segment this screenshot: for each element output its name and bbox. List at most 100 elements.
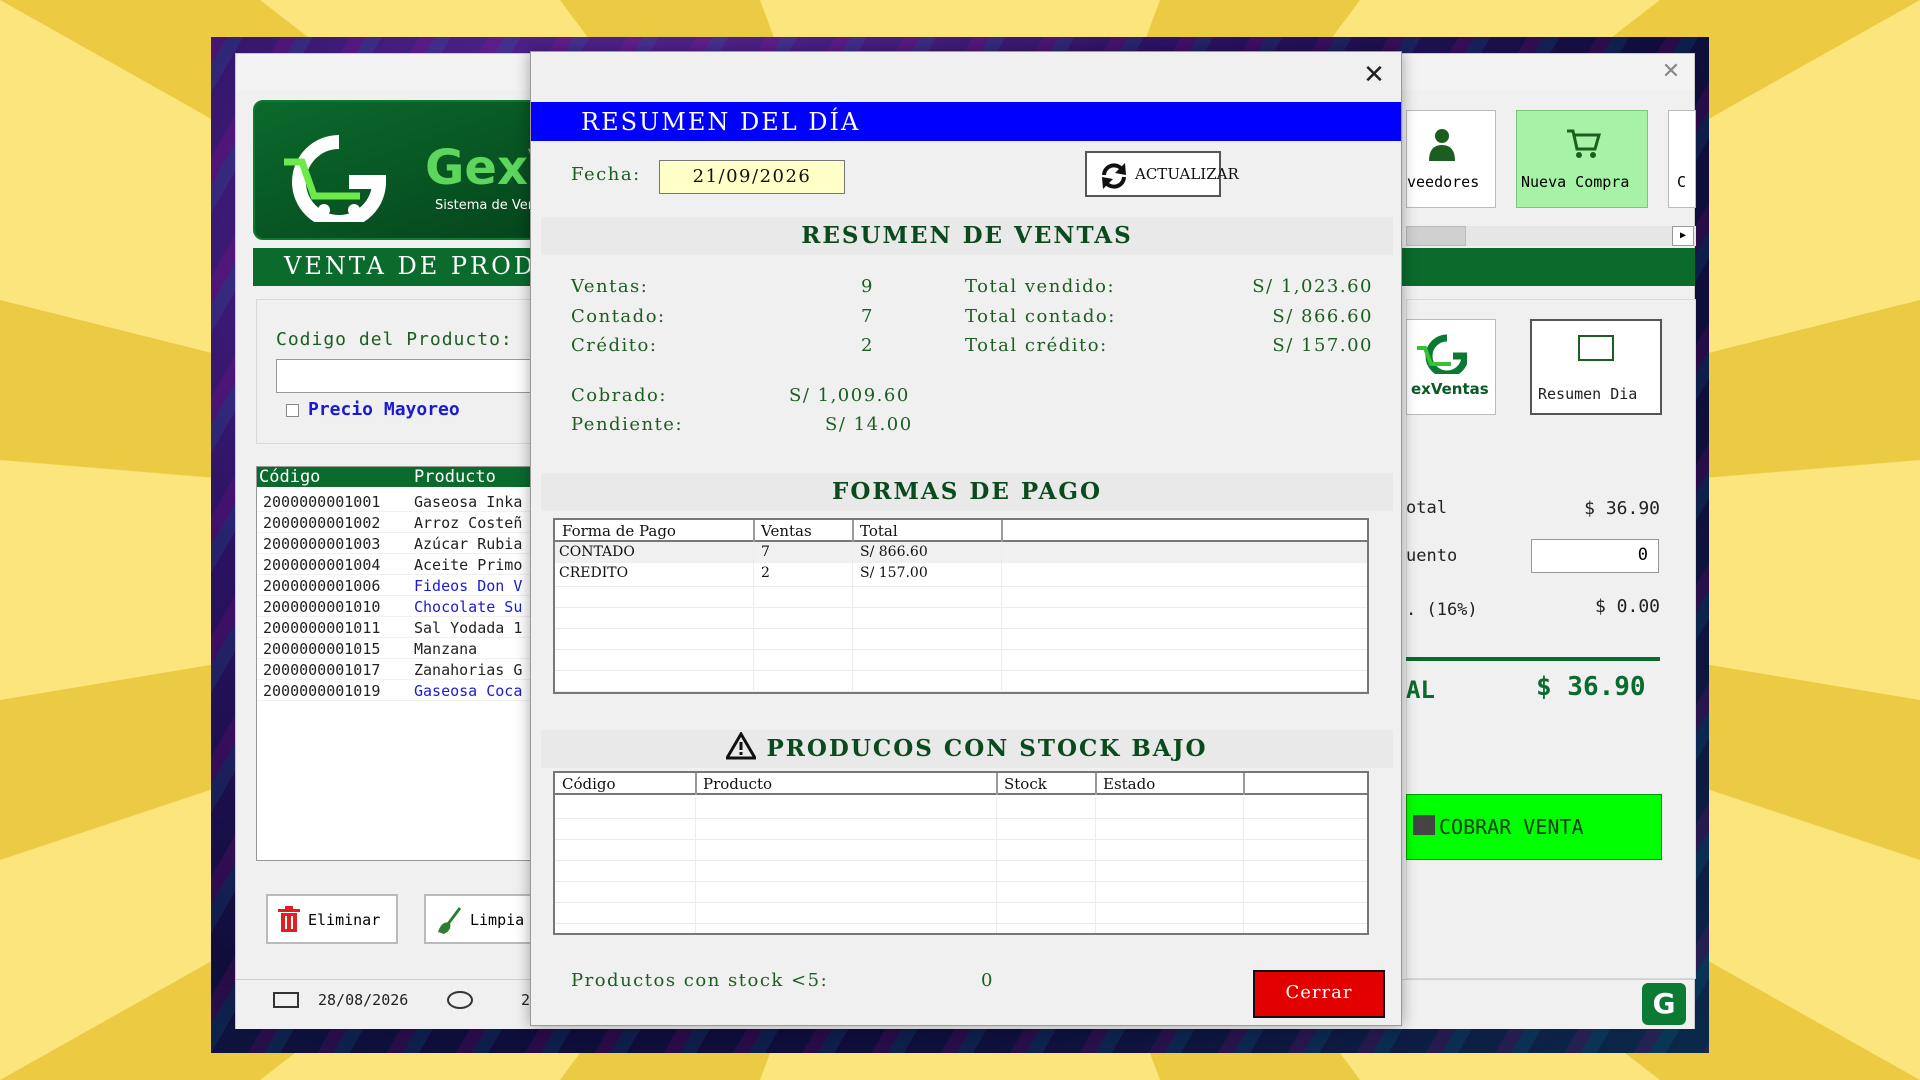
codigo-label: Codigo del Producto: <box>276 329 513 350</box>
product-row[interactable]: 2000000001019 Gaseosa Coca <box>257 680 545 701</box>
stock-footer-value: 0 <box>981 970 994 991</box>
product-name: Azúcar Rubia <box>414 535 523 553</box>
presentation-board-icon <box>1578 335 1614 361</box>
ventas-label: Ventas: <box>571 276 649 297</box>
precio-mayoreo-checkbox[interactable] <box>286 404 299 417</box>
credito-label: Crédito: <box>571 335 658 356</box>
nueva-compra-button[interactable]: Nueva Compra <box>1516 110 1648 208</box>
col-ventas[interactable]: Ventas <box>761 522 812 540</box>
stock-bajo-title-text: PRODUCOS CON STOCK BAJO <box>766 735 1208 762</box>
product-row[interactable]: 2000000001015 Manzana <box>257 638 545 659</box>
precio-mayoreo-label[interactable]: Precio Mayoreo <box>308 399 460 420</box>
forma-pago-forma: CONTADO <box>559 544 635 560</box>
actualizar-button[interactable]: ACTUALIZAR <box>1085 151 1239 197</box>
fecha-input[interactable]: 21/09/2026 <box>659 160 845 194</box>
total-contado-value: S/ 866.60 <box>1272 306 1373 327</box>
iva-value: $ 0.00 <box>1594 596 1660 617</box>
product-row[interactable]: 2000000001017 Zanahorias G <box>257 659 545 680</box>
sales-window-close-icon[interactable]: ✕ <box>1658 59 1684 85</box>
eliminar-button[interactable]: Eliminar <box>266 894 398 944</box>
formas-pago-grid[interactable]: Forma de Pago Ventas Total CONTADO 7 S/ 86… <box>553 518 1369 694</box>
ventas-value: 9 <box>861 276 874 297</box>
col-stock-estado[interactable]: Estado <box>1103 775 1155 793</box>
logo-subtitle: Sistema de Ven <box>435 198 536 213</box>
subtotal-value: $ 36.90 <box>1584 498 1660 519</box>
col-stock-producto[interactable]: Producto <box>703 775 772 793</box>
product-name: Gaseosa Inka <box>414 493 523 511</box>
col-total[interactable]: Total <box>860 522 898 540</box>
product-code: 2000000001017 <box>263 661 381 679</box>
cerrar-button[interactable]: Cerrar <box>1253 970 1385 1018</box>
col-stock-stock[interactable]: Stock <box>1004 775 1047 793</box>
proveedores-label: veedores <box>1407 173 1480 191</box>
toolbar-next-label: C <box>1677 173 1687 191</box>
proveedores-button[interactable]: veedores <box>1406 110 1496 208</box>
resumen-dia-label: Resumen Dia <box>1538 385 1638 403</box>
status-date: 28/08/2026 <box>318 991 409 1009</box>
resumen-ventas-title: RESUMEN DE VENTAS <box>541 217 1393 255</box>
forma-pago-ventas: 2 <box>761 565 770 581</box>
col-forma-pago[interactable]: Forma de Pago <box>562 522 676 540</box>
total-vendido-value: S/ 1,023.60 <box>1252 276 1373 297</box>
forma-pago-row[interactable]: CONTADO 7 S/ 866.60 <box>555 542 1367 563</box>
product-name: Chocolate Su <box>414 598 523 616</box>
stock-bajo-title: PRODUCOS CON STOCK BAJO <box>541 730 1393 768</box>
col-stock-codigo[interactable]: Código <box>562 775 616 793</box>
supplier-person-icon <box>1429 129 1455 161</box>
total-vendido-label: Total vendido: <box>965 276 1116 297</box>
total-contado-label: Total contado: <box>965 306 1116 327</box>
cobrar-venta-label: COBRAR VENTA <box>1439 815 1584 839</box>
product-row[interactable]: 2000000001003 Azúcar Rubia <box>257 533 545 554</box>
cobrar-venta-button[interactable]: COBRAR VENTA <box>1406 794 1662 860</box>
product-name: Gaseosa Coca <box>414 682 523 700</box>
gexventas-button[interactable]: exVentas <box>1406 319 1496 415</box>
product-name: Sal Yodada 1 <box>414 619 523 637</box>
forma-pago-total: S/ 157.00 <box>860 565 928 581</box>
forma-pago-ventas: 7 <box>761 544 770 560</box>
iva-label: . (16%) <box>1406 600 1478 620</box>
product-code: 2000000001002 <box>263 514 381 532</box>
dialog-header: RESUMEN DEL DÍA <box>531 102 1401 141</box>
codigo-input[interactable] <box>276 359 546 393</box>
nueva-compra-label: Nueva Compra <box>1521 173 1630 191</box>
col-codigo[interactable]: Código <box>259 467 320 487</box>
product-code: 2000000001003 <box>263 535 381 553</box>
gexventas-logo: GexV Sistema de Ven <box>253 100 553 240</box>
product-row[interactable]: 2000000001011 Sal Yodada 1 <box>257 617 545 638</box>
limpiar-button[interactable]: Limpia <box>424 894 544 944</box>
product-row[interactable]: 2000000001010 Chocolate Su <box>257 596 545 617</box>
trash-icon <box>278 906 300 932</box>
stock-bajo-header: Código Producto Stock Estado <box>555 773 1367 795</box>
product-code: 2000000001011 <box>263 619 381 637</box>
eliminar-label: Eliminar <box>308 911 381 929</box>
gexventas-cart-icon <box>284 135 387 222</box>
product-name: Arroz Costeñ <box>414 514 523 532</box>
subtotal-label: otal <box>1406 498 1447 518</box>
product-row[interactable]: 2000000001002 Arroz Costeñ <box>257 512 545 533</box>
resumen-dia-button[interactable]: Resumen Dia <box>1530 319 1662 415</box>
toolbar-scrollbar-thumb[interactable] <box>1406 226 1466 246</box>
product-row[interactable]: 2000000001004 Aceite Primo <box>257 554 545 575</box>
descuento-input[interactable]: 0 <box>1531 539 1659 573</box>
product-row[interactable]: 2000000001006 Fideos Don V <box>257 575 545 596</box>
scroll-right-arrow-icon[interactable]: ▶ <box>1672 226 1694 246</box>
product-name: Fideos Don V <box>414 577 523 595</box>
stock-bajo-grid[interactable]: Código Producto Stock Estado <box>553 771 1369 935</box>
pendiente-value: S/ 14.00 <box>825 414 913 435</box>
venta-title: VENTA DE PRODU <box>284 252 560 280</box>
gexventas-label: exVentas <box>1411 380 1489 398</box>
toolbar-next-button[interactable]: C <box>1668 110 1696 208</box>
refresh-icon <box>1102 163 1126 189</box>
product-list: Código Producto 2000000001001 Gaseosa Ink… <box>256 466 546 861</box>
forma-pago-row[interactable]: CREDITO 2 S/ 157.00 <box>555 563 1367 584</box>
contado-value: 7 <box>861 306 874 327</box>
product-name: Manzana <box>414 640 478 658</box>
credito-value: 2 <box>861 335 874 356</box>
dialog-close-icon[interactable]: ✕ <box>1359 60 1389 90</box>
formas-pago-title: FORMAS DE PAGO <box>541 473 1393 511</box>
col-producto[interactable]: Producto <box>414 467 496 487</box>
descuento-label: uento <box>1406 546 1458 566</box>
product-row[interactable]: 2000000001001 Gaseosa Inka <box>257 491 545 512</box>
calendar-icon <box>273 992 299 1008</box>
product-code: 2000000001006 <box>263 577 381 595</box>
